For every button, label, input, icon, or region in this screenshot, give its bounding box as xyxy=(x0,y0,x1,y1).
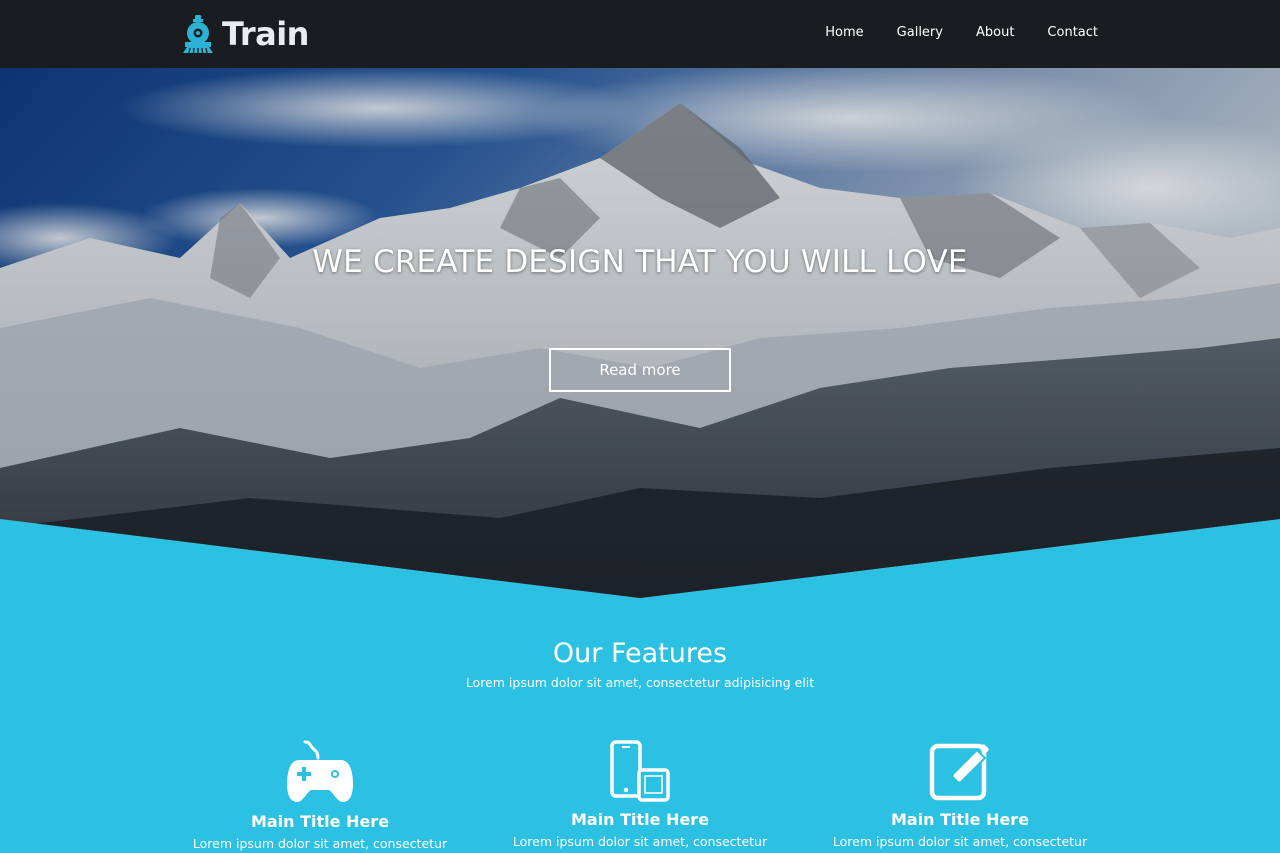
features-title: Our Features xyxy=(552,638,728,669)
navbar: Train Home Gallery About Contact xyxy=(0,0,1280,68)
feature-title: Main Title Here xyxy=(890,810,1030,829)
logo-text: Train xyxy=(222,15,309,53)
features-subtitle: Lorem ipsum dolor sit amet, consectetur … xyxy=(465,675,815,690)
feature-card: Main Title Here Lorem ipsum dolor sit am… xyxy=(480,740,800,850)
main-nav: Home Gallery About Contact xyxy=(792,24,1098,42)
hero-title: WE CREATE DESIGN THAT YOU WILL LOVE xyxy=(312,244,968,280)
edit-icon xyxy=(929,743,989,801)
hero-section: WE CREATE DESIGN THAT YOU WILL LOVE Read… xyxy=(0,68,1280,598)
logo[interactable]: Train xyxy=(182,14,309,54)
hero-mountain-image xyxy=(0,68,1280,598)
feature-text: Lorem ipsum dolor sit amet, consectetur xyxy=(512,834,768,849)
feature-text: Lorem ipsum dolor sit amet, consectetur xyxy=(192,836,448,851)
feature-title: Main Title Here xyxy=(250,812,390,831)
nav-about[interactable]: About xyxy=(976,24,1014,42)
feature-text: Lorem ipsum dolor sit amet, consectetur xyxy=(832,834,1088,849)
nav-contact[interactable]: Contact xyxy=(1047,24,1098,42)
feature-title: Main Title Here xyxy=(570,810,710,829)
feature-card: Main Title Here Lorem ipsum dolor sit am… xyxy=(800,740,1120,850)
devices-icon xyxy=(610,740,670,802)
train-logo-icon xyxy=(183,15,213,53)
feature-card: Main Title Here Lorem ipsum dolor sit am… xyxy=(160,740,480,852)
gamepad-icon xyxy=(287,740,353,802)
nav-home[interactable]: Home xyxy=(825,24,863,42)
read-more-button[interactable]: Read more xyxy=(549,348,731,392)
nav-gallery[interactable]: Gallery xyxy=(897,24,943,42)
